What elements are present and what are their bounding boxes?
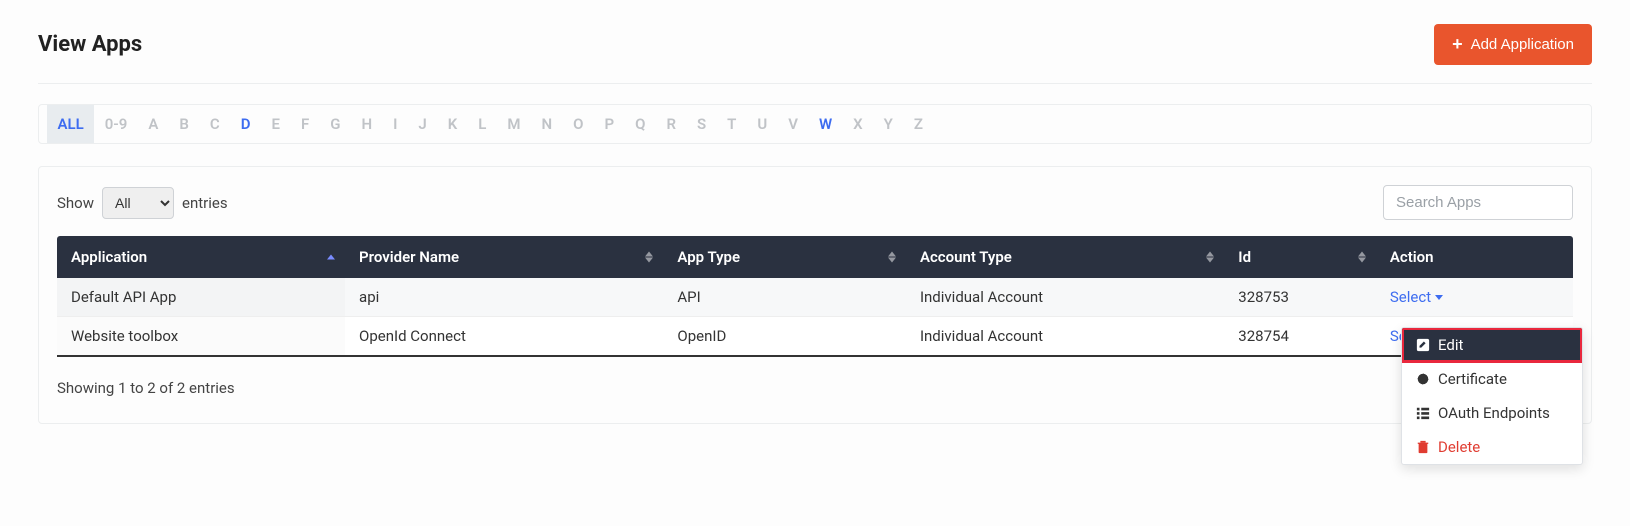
cell-application: Website toolbox (57, 317, 345, 357)
alpha-filter-j[interactable]: J (408, 105, 437, 143)
sort-icon (1358, 252, 1366, 263)
alpha-filter-q[interactable]: Q (625, 105, 656, 143)
alpha-filter: ALL0-9ABCDEFGHIJKLMNOPQRSTUVWXYZ (38, 104, 1592, 144)
alpha-filter-f[interactable]: F (290, 105, 319, 143)
sort-icon (645, 252, 653, 263)
alpha-filter-v[interactable]: V (778, 105, 809, 143)
menu-item-oauth[interactable]: OAuth Endpoints (1402, 396, 1582, 430)
col-provider-label: Provider Name (359, 248, 459, 266)
menu-item-delete-label: Delete (1438, 438, 1480, 456)
table-row: Website toolboxOpenId ConnectOpenIDIndiv… (57, 317, 1573, 357)
cell-account_type: Individual Account (906, 317, 1224, 357)
col-application[interactable]: Application (57, 236, 345, 278)
col-action-label: Action (1390, 248, 1434, 266)
select-action-link[interactable]: Select (1390, 288, 1443, 306)
show-entries-control: Show All entries (57, 187, 228, 219)
add-application-button[interactable]: + Add Application (1434, 24, 1592, 65)
col-id[interactable]: Id (1224, 236, 1376, 278)
alpha-filter-i[interactable]: I (383, 105, 408, 143)
menu-item-edit-label: Edit (1438, 336, 1463, 354)
col-apptype[interactable]: App Type (663, 236, 906, 278)
page-title: View Apps (38, 32, 142, 57)
edit-icon (1416, 338, 1430, 352)
search-input[interactable] (1383, 185, 1573, 220)
menu-item-certificate-label: Certificate (1438, 370, 1507, 388)
plus-icon: + (1452, 34, 1463, 55)
alpha-filter-b[interactable]: B (169, 105, 200, 143)
show-label-suffix: entries (182, 194, 228, 212)
alpha-filter-p[interactable]: P (594, 105, 625, 143)
table-info-text: Showing 1 to 2 of 2 entries (57, 379, 235, 397)
cell-provider: api (345, 278, 663, 317)
apps-table: Application Provider Name App Type Accou… (57, 236, 1573, 357)
cell-id: 328753 (1224, 278, 1376, 317)
cell-account_type: Individual Account (906, 278, 1224, 317)
cell-app_type: OpenID (663, 317, 906, 357)
add-application-label: Add Application (1471, 36, 1574, 53)
col-apptype-label: App Type (677, 248, 740, 266)
action-dropdown-menu: Edit Certificate OAuth Endpoints Delete (1401, 327, 1583, 465)
alpha-filter-s[interactable]: S (687, 105, 717, 143)
alpha-filter-n[interactable]: N (531, 105, 563, 143)
col-provider[interactable]: Provider Name (345, 236, 663, 278)
col-id-label: Id (1238, 248, 1251, 266)
alpha-filter-m[interactable]: M (497, 105, 531, 143)
certificate-icon (1416, 372, 1430, 386)
alpha-filter-y[interactable]: Y (873, 105, 903, 143)
alpha-filter-all[interactable]: ALL (47, 105, 94, 143)
table-row: Default API AppapiAPIIndividual Account3… (57, 278, 1573, 317)
cell-app_type: API (663, 278, 906, 317)
show-label-prefix: Show (57, 194, 94, 212)
list-icon (1416, 406, 1430, 420)
alpha-filter-o[interactable]: O (563, 105, 594, 143)
menu-item-oauth-label: OAuth Endpoints (1438, 404, 1550, 422)
apps-card: Show All entries Application Provider Na… (38, 166, 1592, 424)
menu-item-delete[interactable]: Delete (1402, 430, 1582, 464)
sort-icon (888, 252, 896, 263)
cell-application: Default API App (57, 278, 345, 317)
alpha-filter-x[interactable]: X (843, 105, 874, 143)
alpha-filter-d[interactable]: D (230, 105, 261, 143)
alpha-filter-r[interactable]: R (656, 105, 687, 143)
alpha-filter-h[interactable]: H (351, 105, 383, 143)
caret-down-icon (1435, 295, 1443, 300)
col-action: Action (1376, 236, 1573, 278)
col-accounttype[interactable]: Account Type (906, 236, 1224, 278)
sort-icon (327, 255, 335, 260)
alpha-filter-e[interactable]: E (261, 105, 290, 143)
alpha-filter-g[interactable]: G (320, 105, 351, 143)
cell-action: Select (1376, 278, 1573, 317)
menu-item-certificate[interactable]: Certificate (1402, 362, 1582, 396)
sort-icon (1206, 252, 1214, 263)
alpha-filter-a[interactable]: A (138, 105, 169, 143)
menu-item-edit[interactable]: Edit (1402, 328, 1582, 362)
alpha-filter-c[interactable]: C (199, 105, 230, 143)
alpha-filter-0-9[interactable]: 0-9 (94, 105, 138, 143)
alpha-filter-t[interactable]: T (717, 105, 747, 143)
col-accounttype-label: Account Type (920, 248, 1012, 266)
cell-provider: OpenId Connect (345, 317, 663, 357)
col-application-label: Application (71, 248, 147, 266)
alpha-filter-k[interactable]: K (437, 105, 468, 143)
select-action-label: Select (1390, 288, 1431, 306)
alpha-filter-w[interactable]: W (809, 105, 843, 143)
alpha-filter-u[interactable]: U (747, 105, 778, 143)
trash-icon (1416, 440, 1430, 454)
alpha-filter-l[interactable]: L (468, 105, 497, 143)
alpha-filter-z[interactable]: Z (903, 105, 933, 143)
entries-select[interactable]: All (102, 187, 174, 219)
cell-id: 328754 (1224, 317, 1376, 357)
